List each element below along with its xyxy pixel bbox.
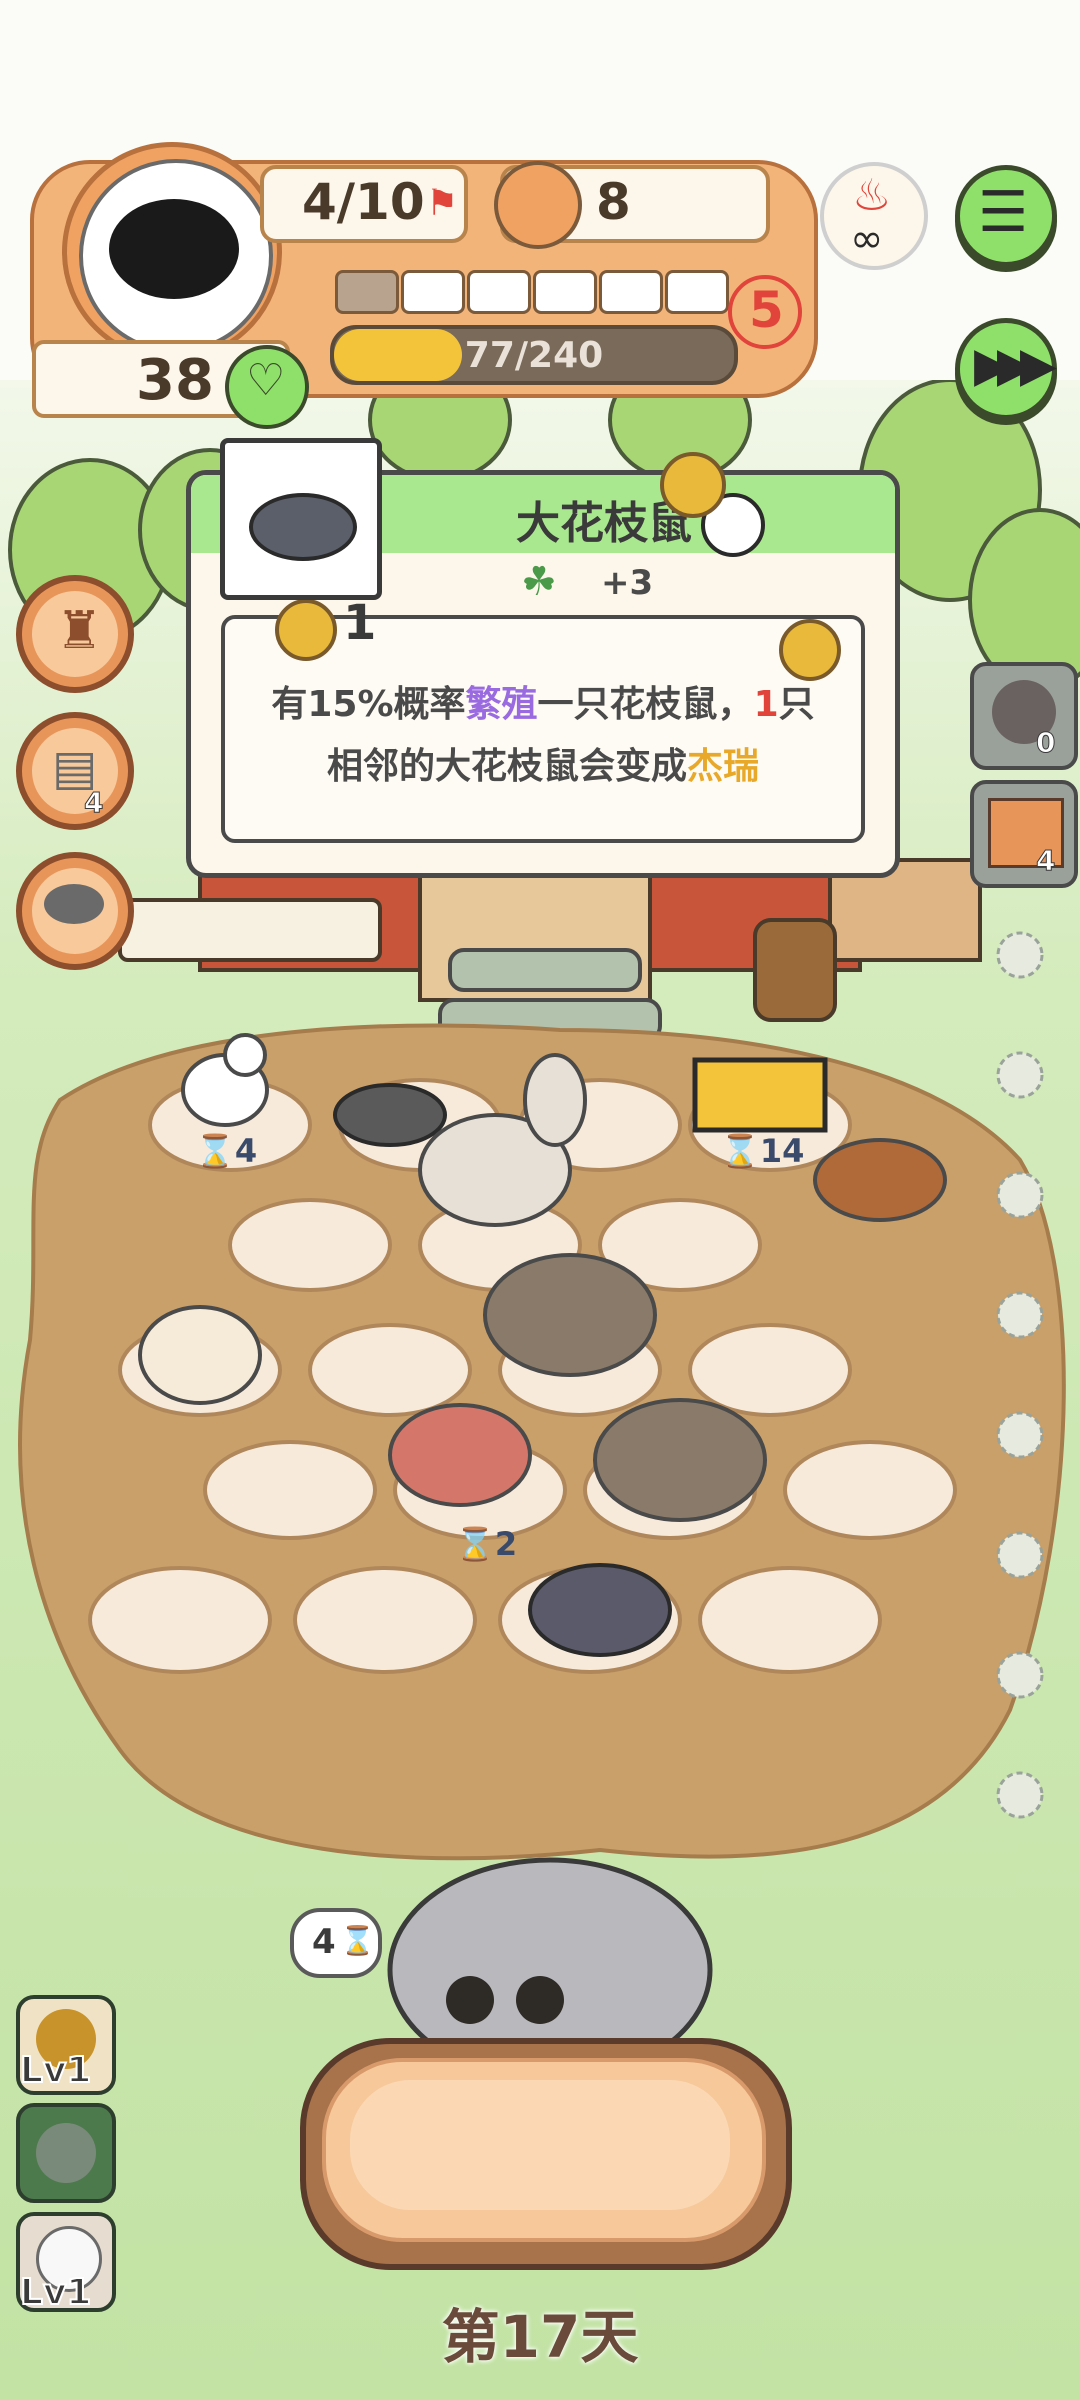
- infinity-icon: ∞: [850, 216, 884, 262]
- segment-1: [335, 270, 399, 314]
- menu-button[interactable]: ☰: [955, 165, 1057, 267]
- black-cat-icon: [109, 199, 239, 299]
- heart-coin-icon[interactable]: ♡: [225, 345, 309, 429]
- cat-tree-button[interactable]: ♜: [16, 575, 134, 693]
- moles: [333, 1083, 447, 1147]
- skill-button-2[interactable]: [16, 2103, 116, 2203]
- flag-icon: ⚑: [426, 183, 459, 224]
- mystery-crate-badge: 4: [1035, 844, 1056, 878]
- flame-icon: ♨: [852, 170, 892, 221]
- barrel: [753, 918, 837, 1022]
- level-number: 5: [728, 275, 802, 349]
- card-bonus: +3: [601, 563, 654, 603]
- food-bowl-button[interactable]: [16, 852, 134, 970]
- paw-corner-icon: [779, 619, 841, 681]
- skill-1-level: Lv1: [19, 2049, 92, 2092]
- segment-3: [467, 270, 531, 314]
- cat-tree-icon: ♜: [56, 601, 103, 661]
- fast-forward-button[interactable]: ▶▶▶: [955, 318, 1057, 420]
- progress-bar: 77/240: [330, 325, 738, 385]
- food-bowl-icon: [494, 161, 582, 249]
- card-tier: 1: [343, 595, 377, 651]
- action-button[interactable]: [300, 2038, 792, 2270]
- bunny-icon: [36, 2123, 96, 2183]
- pet-count-box: 4/10 ⚑: [260, 165, 468, 243]
- goat-timer: ⌛4: [195, 1132, 258, 1170]
- red-dino: [388, 1403, 532, 1507]
- day-label: 第17天: [441, 2303, 639, 2371]
- pet-count-text: 4/10: [302, 173, 425, 231]
- rock-item-badge: 0: [1035, 726, 1056, 760]
- player-avatar[interactable]: [62, 142, 282, 362]
- barrier-timer: ⌛14: [720, 1132, 805, 1170]
- food-count-box: 8: [494, 161, 770, 249]
- rat-icon: [249, 493, 357, 561]
- segment-2: [401, 270, 465, 314]
- card-description-box: 1 有15%概率繁殖一只花枝鼠，1只 相邻的大花枝鼠会变成杰瑞: [221, 595, 865, 843]
- vulture-bird: [528, 1563, 672, 1657]
- hourglass-icon: ⌛: [340, 1924, 375, 1957]
- rock-item-button[interactable]: 0: [970, 662, 1078, 770]
- red-dino-timer: ⌛2: [455, 1525, 518, 1563]
- segment-5: [599, 270, 663, 314]
- scratch-post-button[interactable]: ▤ 4: [16, 712, 134, 830]
- paw-tier-icon: [275, 599, 337, 661]
- card-desc-line-1: 有15%概率繁殖一只花枝鼠，1只: [271, 684, 815, 725]
- scratch-post-badge: 4: [83, 786, 104, 820]
- brown-dino: [813, 1138, 947, 1222]
- mystery-crate-button[interactable]: 4: [970, 780, 1078, 888]
- coin-count: 38: [136, 348, 214, 413]
- food-bowl-side-icon: [44, 884, 104, 924]
- barrier: [692, 1057, 828, 1133]
- bonus-icon: ☘: [521, 559, 557, 605]
- infinity-badge[interactable]: ♨ ∞: [820, 162, 928, 270]
- buffalo-1: [483, 1253, 657, 1377]
- menu-icon: ☰: [978, 180, 1029, 245]
- cat-speech-bubble: 4 ⌛: [290, 1908, 382, 1978]
- card-desc-line-2: 相邻的大花枝鼠会变成杰瑞: [326, 746, 760, 787]
- progress-text: 77/240: [464, 335, 604, 376]
- food-count-text: 8: [596, 173, 631, 231]
- card-portrait: [220, 438, 382, 600]
- segment-6: [665, 270, 729, 314]
- buffalo-2: [593, 1398, 767, 1522]
- level-segments: [335, 270, 735, 314]
- hamster: [138, 1305, 262, 1405]
- paw-badge-icon: [660, 452, 726, 518]
- fast-forward-icon: ▶▶▶: [974, 337, 1057, 393]
- segment-4: [533, 270, 597, 314]
